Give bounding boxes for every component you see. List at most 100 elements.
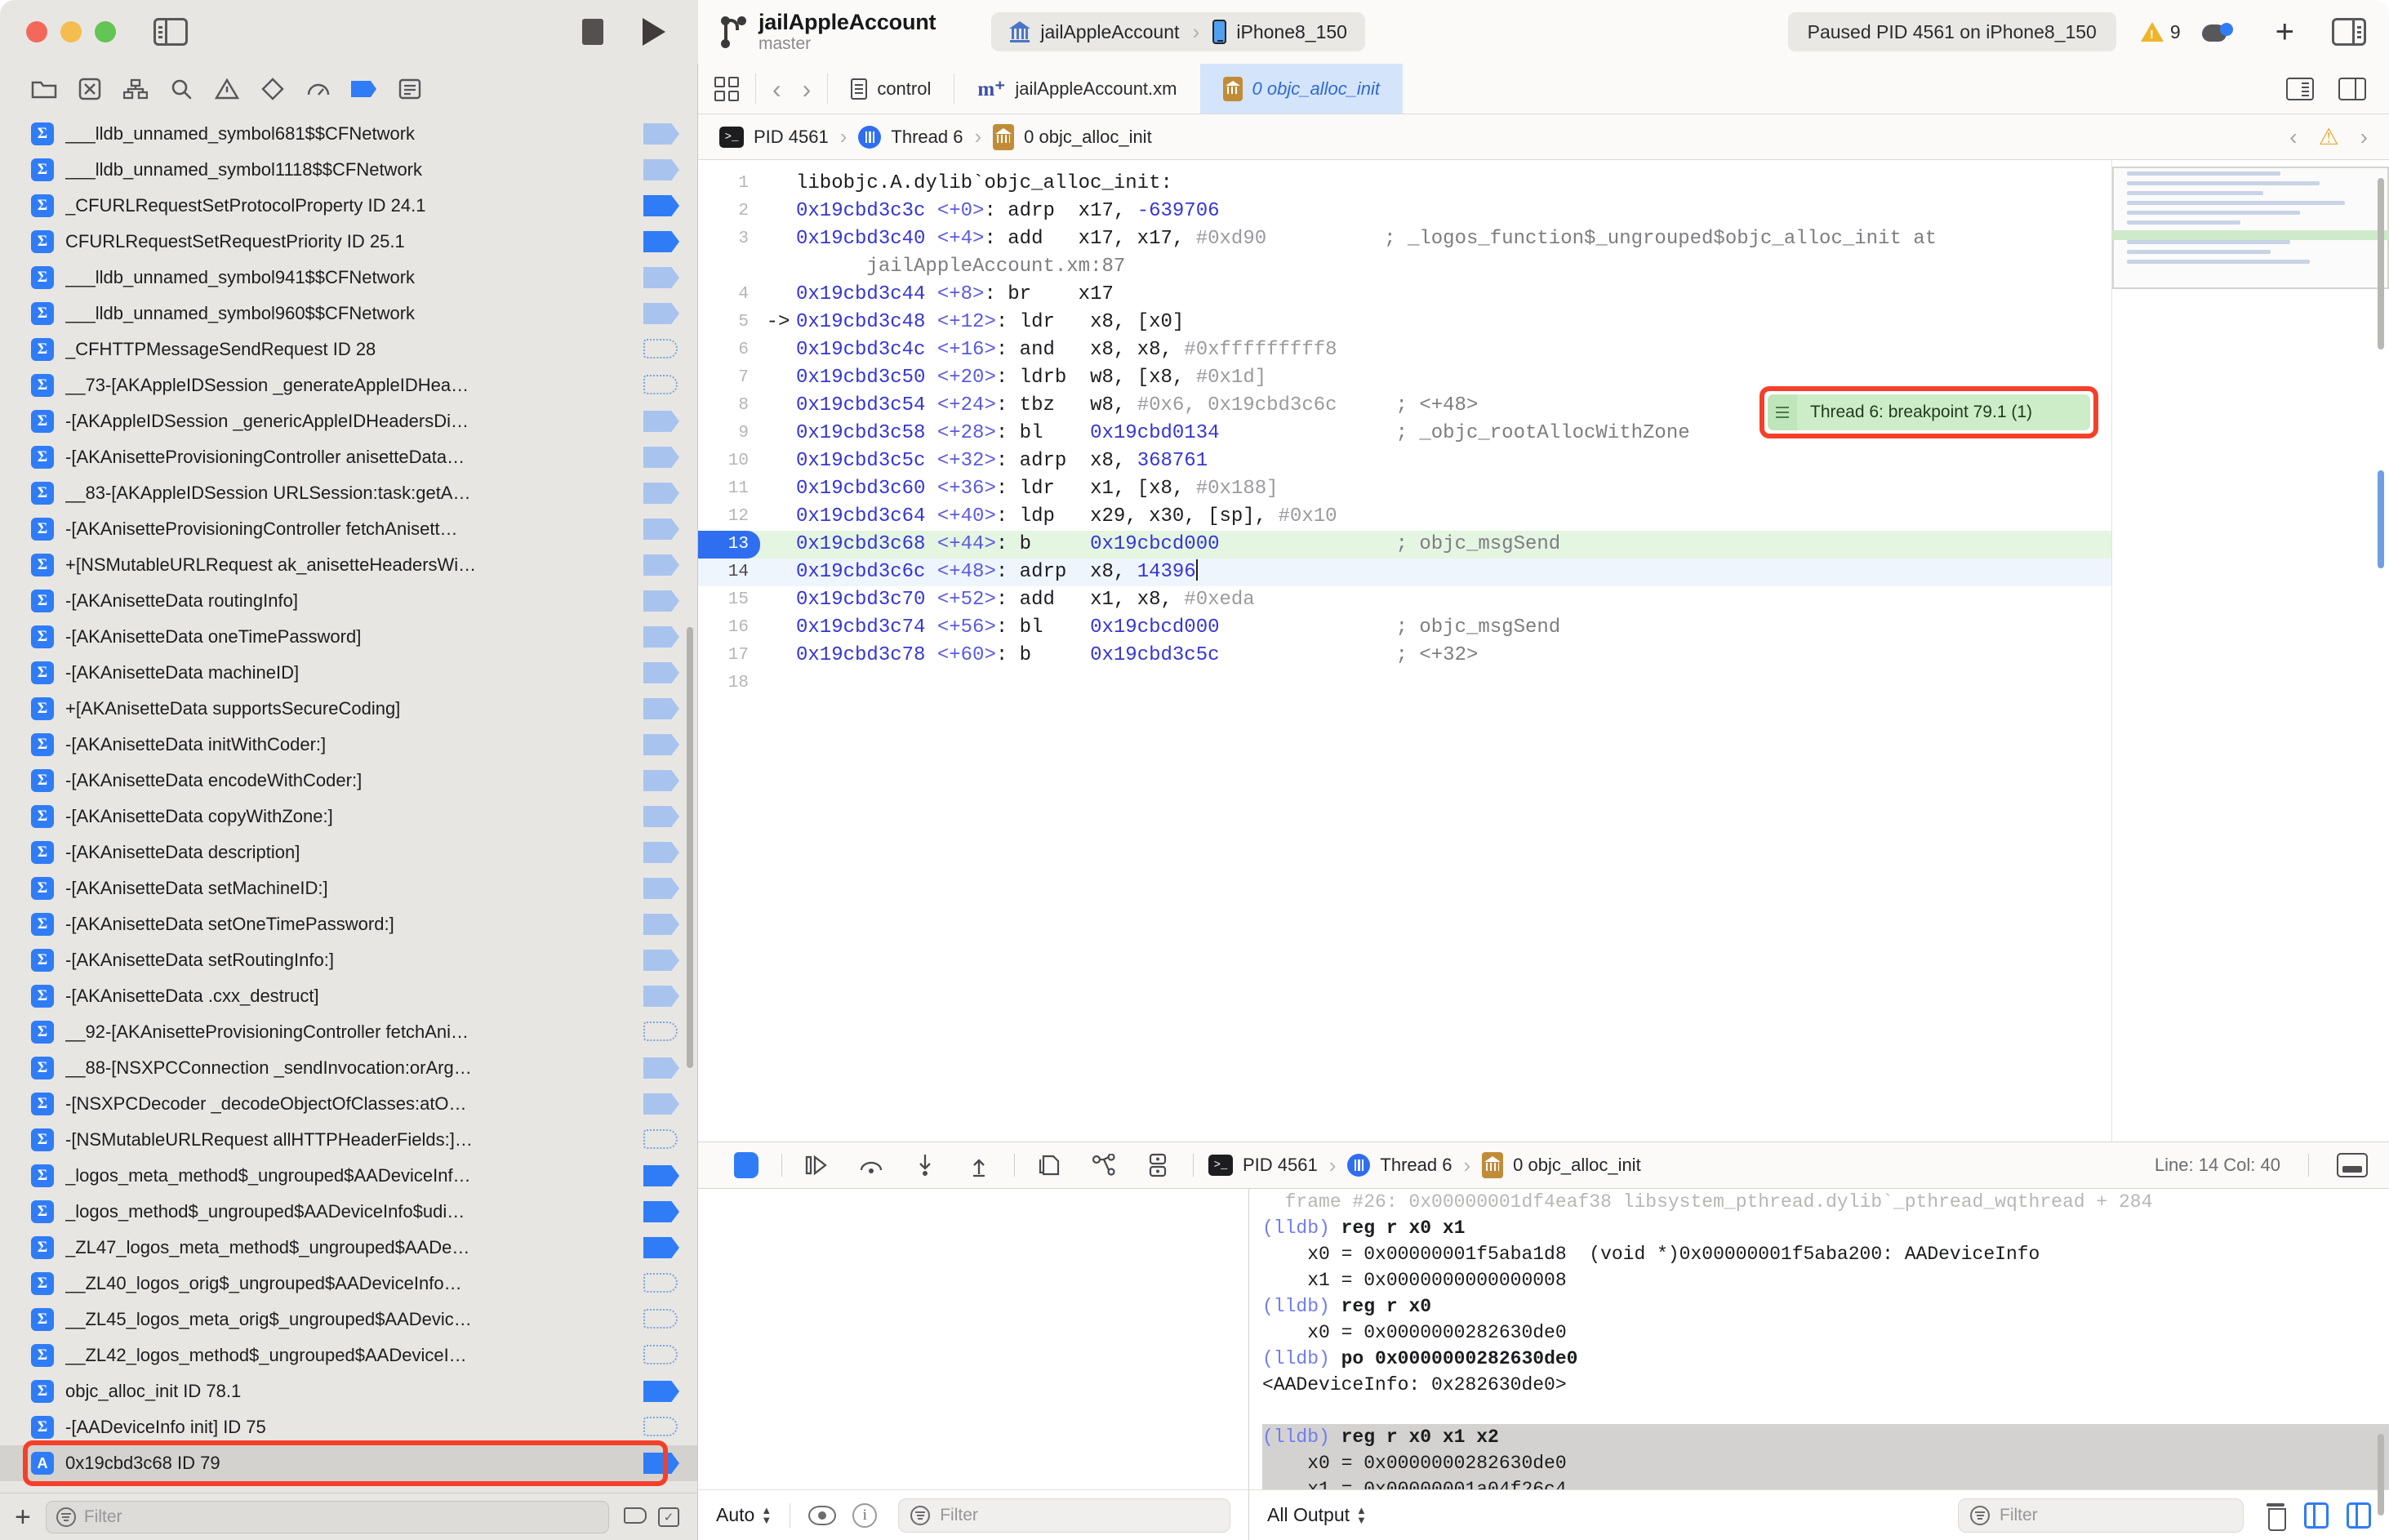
- step-out-icon[interactable]: [952, 1148, 1006, 1182]
- variable-scope-select[interactable]: Auto ▲ ▼: [716, 1504, 772, 1526]
- assembly-line[interactable]: 18: [698, 670, 2111, 697]
- breakpoint-enable-toggle[interactable]: [643, 590, 679, 612]
- variables-filter-field[interactable]: Filter: [898, 1498, 1230, 1533]
- tab-control[interactable]: control: [828, 64, 954, 113]
- breakpoint-enable-toggle[interactable]: [643, 1273, 679, 1294]
- breakpoint-enable-toggle[interactable]: [643, 1165, 679, 1186]
- jumpbar-pid[interactable]: >_ PID 4561: [719, 126, 829, 148]
- search-icon[interactable]: [158, 73, 204, 105]
- breakpoint-row[interactable]: Σ -[AADeviceInfo init] ID 75: [0, 1409, 697, 1445]
- stop-button[interactable]: [582, 19, 603, 45]
- breakpoint-enable-toggle[interactable]: [643, 878, 679, 899]
- console-output-select[interactable]: All Output ▲ ▼: [1267, 1504, 1367, 1526]
- split-editor-icon[interactable]: [2338, 77, 2366, 100]
- breakpoint-row[interactable]: Σ -[AKAnisetteData setRoutingInfo:]: [0, 942, 697, 978]
- breakpoint-row[interactable]: Σ -[AKAppleIDSession _genericAppleIDHeade…: [0, 403, 697, 439]
- assembly-line[interactable]: 4 0x19cbd3c44 <+8>: br x17: [698, 281, 2111, 309]
- assembly-line[interactable]: jailAppleAccount.xm:87: [698, 253, 2111, 281]
- breakpoint-row[interactable]: Σ CFURLRequestSetRequestPriority ID 25.1: [0, 224, 697, 260]
- breakpoint-row[interactable]: Σ -[NSMutableURLRequest allHTTPHeaderFiel…: [0, 1122, 697, 1158]
- symbol-hierarchy-icon[interactable]: [113, 73, 158, 105]
- tab-jailappleaccount-xm[interactable]: m⁺ jailAppleAccount.xm: [954, 64, 1199, 113]
- annotation-grip-icon[interactable]: [1768, 394, 1797, 430]
- breakpoint-enable-toggle[interactable]: [643, 1093, 679, 1115]
- editor-vertical-scrollbar[interactable]: [2378, 178, 2384, 349]
- breakpoint-row[interactable]: Σ -[AKAnisetteData encodeWithCoder:]: [0, 763, 697, 799]
- view-hierarchy-icon[interactable]: [1131, 1148, 1185, 1182]
- assembly-line[interactable]: 2 0x19cbd3c3c <+0>: adrp x17, -639706: [698, 198, 2111, 225]
- breakpoint-enable-toggle[interactable]: [643, 267, 679, 288]
- show-variables-pane-icon[interactable]: [2304, 1502, 2329, 1529]
- assembly-line[interactable]: 6 0x19cbd3c4c <+16>: and x8, x8, #0xfffff…: [698, 336, 2111, 364]
- breakpoint-enable-toggle[interactable]: [643, 1453, 679, 1474]
- breakpoint-row[interactable]: Σ ___lldb_unnamed_symbol941$$CFNetwork: [0, 260, 697, 296]
- assembly-line[interactable]: 3 0x19cbd3c40 <+4>: add x17, x17, #0xd90 …: [698, 225, 2111, 253]
- breakpoint-row[interactable]: Σ _logos_meta_method$_ungrouped$AADeviceI…: [0, 1158, 697, 1194]
- back-icon[interactable]: ‹: [772, 76, 781, 102]
- debugbar-frame[interactable]: 0 objc_alloc_init: [1482, 1152, 1641, 1178]
- breakpoint-row[interactable]: Σ ___lldb_unnamed_symbol960$$CFNetwork: [0, 296, 697, 332]
- breakpoint-annotation[interactable]: Thread 6: breakpoint 79.1 (1): [1768, 394, 2090, 430]
- breakpoint-row[interactable]: Σ -[AKAnisetteData description]: [0, 835, 697, 870]
- breakpoint-enable-toggle[interactable]: [643, 950, 679, 971]
- breakpoint-row[interactable]: Σ _logos_method$_ungrouped$AADeviceInfo$u…: [0, 1194, 697, 1230]
- breakpoint-row[interactable]: Σ -[AKAnisetteData initWithCoder:]: [0, 727, 697, 763]
- breakpoint-enable-toggle[interactable]: [643, 698, 679, 719]
- report-icon[interactable]: [387, 73, 433, 105]
- inspector-toggle-icon[interactable]: [2332, 18, 2366, 46]
- cloud-icon[interactable]: [2201, 21, 2233, 42]
- breakpoint-row[interactable]: Σ +[AKAnisetteData supportsSecureCoding]: [0, 691, 697, 727]
- breakpoint-row[interactable]: Σ -[NSXPCDecoder _decodeObjectOfClasses:a…: [0, 1086, 697, 1122]
- warning-indicator[interactable]: 9: [2140, 21, 2181, 43]
- folder-icon[interactable]: [21, 73, 67, 105]
- breakpoint-enable-toggle[interactable]: [643, 519, 679, 540]
- breakpoint-enable-toggle[interactable]: [643, 1417, 679, 1438]
- issue-warning-icon[interactable]: [204, 73, 250, 105]
- breakpoint-enable-toggle[interactable]: [643, 303, 679, 324]
- breakpoint-enable-toggle[interactable]: [643, 770, 679, 791]
- breakpoint-enable-toggle[interactable]: [643, 806, 679, 827]
- breakpoint-enable-toggle[interactable]: [643, 339, 679, 360]
- breakpoint-enable-toggle[interactable]: [643, 1021, 679, 1043]
- show-console-pane-icon[interactable]: [2347, 1502, 2371, 1529]
- breakpoint-row-selected[interactable]: A 0x19cbd3c68 ID 79: [0, 1445, 697, 1481]
- jumpbar-frame[interactable]: 0 objc_alloc_init: [993, 123, 1152, 150]
- scheme-selector[interactable]: jailAppleAccount › iPhone8_150: [991, 12, 1365, 51]
- breakpoint-filter-field[interactable]: Filter: [45, 1500, 609, 1533]
- test-diamond-icon[interactable]: [250, 73, 296, 105]
- assembly-line[interactable]: 5 -> 0x19cbd3c48 <+12>: ldr x8, [x0]: [698, 309, 2111, 336]
- assembly-line[interactable]: 1 libobjc.A.dylib`objc_alloc_init:: [698, 170, 2111, 198]
- project-info[interactable]: jailAppleAccount master: [759, 10, 936, 54]
- debug-gauge-icon[interactable]: [296, 73, 341, 105]
- breakpoint-row[interactable]: Σ ___lldb_unnamed_symbol681$$CFNetwork: [0, 116, 697, 152]
- breakpoint-enable-toggle[interactable]: [643, 662, 679, 683]
- prev-issue-icon[interactable]: ‹: [2289, 124, 2297, 150]
- breakpoint-row[interactable]: Σ +[NSMutableURLRequest ak_anisetteHeader…: [0, 547, 697, 583]
- breakpoint-row[interactable]: Σ _CFHTTPMessageSendRequest ID 28: [0, 332, 697, 367]
- minimize-button[interactable]: [60, 21, 82, 42]
- breakpoint-enable-toggle[interactable]: [643, 1309, 679, 1330]
- breakpoint-row[interactable]: Σobjc_alloc_init ID 78.1: [0, 1373, 697, 1409]
- breakpoint-flag-icon[interactable]: [341, 73, 387, 105]
- debugbar-thread[interactable]: Thread 6: [1347, 1154, 1452, 1177]
- breakpoint-row[interactable]: Σ -[AKAnisetteData setMachineID:]: [0, 870, 697, 906]
- filter-enabled-icon[interactable]: ✓: [658, 1507, 679, 1527]
- next-issue-icon[interactable]: ›: [2360, 124, 2368, 150]
- minimap-toggle-icon[interactable]: [2286, 77, 2314, 100]
- breakpoint-list[interactable]: Σ ___lldb_unnamed_symbol681$$CFNetwork Σ __…: [0, 114, 697, 1493]
- console-scrollbar[interactable]: [2378, 1434, 2384, 1516]
- breakpoint-enable-toggle[interactable]: [643, 1237, 679, 1258]
- stack-icon[interactable]: [1023, 1148, 1077, 1182]
- breakpoint-enable-toggle[interactable]: [643, 1201, 679, 1222]
- breakpoint-row[interactable]: Σ -[AKAnisetteData machineID]: [0, 655, 697, 691]
- breakpoint-row[interactable]: Σ _CFURLRequestSetProtocolProperty ID 24.…: [0, 188, 697, 224]
- breakpoint-row[interactable]: Σ -[AKAnisetteProvisioningController anis…: [0, 439, 697, 475]
- minimap-viewport[interactable]: [2112, 167, 2389, 289]
- issue-warning-icon[interactable]: ⚠: [2319, 123, 2339, 150]
- console-filter-field[interactable]: Filter: [1958, 1498, 2244, 1533]
- breakpoint-enable-toggle[interactable]: [643, 914, 679, 935]
- breakpoint-row[interactable]: Σ __73-[AKAppleIDSession _generateAppleID…: [0, 367, 697, 403]
- thread-flow-icon[interactable]: [1077, 1148, 1131, 1182]
- breakpoint-enable-toggle[interactable]: [643, 554, 679, 576]
- info-icon[interactable]: i: [852, 1502, 878, 1528]
